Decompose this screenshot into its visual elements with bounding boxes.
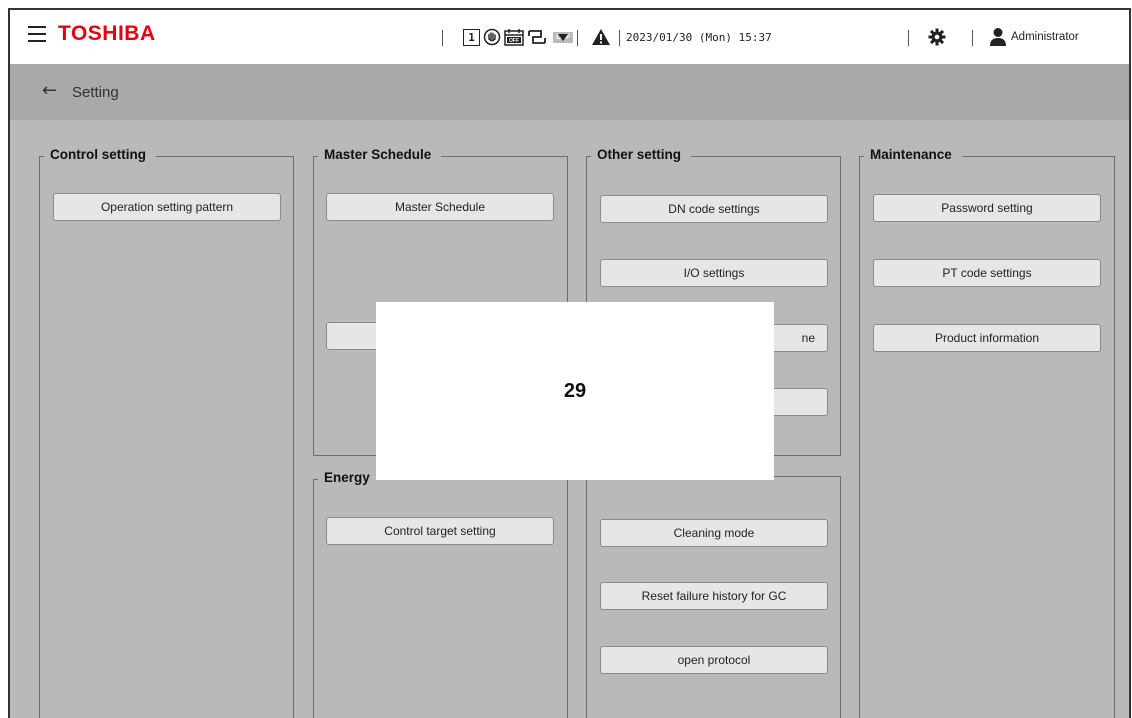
sub-header: ← Setting	[10, 64, 1129, 120]
product-information-button[interactable]: Product information	[873, 324, 1101, 352]
brand-logo: TOSHIBA	[58, 22, 156, 45]
datetime-display: 2023/01/30 (Mon) 15:37	[626, 31, 772, 44]
cleaning-mode-button[interactable]: Cleaning mode	[600, 519, 828, 547]
io-settings-button[interactable]: I/O settings	[600, 259, 828, 287]
group-energy: Energy	[313, 470, 568, 718]
top-bar: TOSHIBA 1 OFF OFF 2023/01/30 (Mon) 15:37	[10, 10, 1129, 64]
user-icon[interactable]	[989, 27, 1007, 51]
group-title: Other setting	[591, 147, 692, 162]
pt-code-settings-button[interactable]: PT code settings	[873, 259, 1101, 287]
group-title: Maintenance	[864, 147, 962, 162]
divider	[972, 30, 973, 46]
password-setting-button[interactable]: Password setting	[873, 194, 1101, 222]
gear-icon[interactable]	[928, 28, 946, 50]
svg-text:OFF: OFF	[509, 38, 519, 44]
overlay-popup: 29	[376, 302, 774, 480]
divider	[908, 30, 909, 46]
reset-failure-history-button[interactable]: Reset failure history for GC	[600, 582, 828, 610]
dropdown-caret-icon[interactable]	[558, 34, 568, 41]
group-title: Master Schedule	[318, 147, 442, 162]
control-target-setting-button[interactable]: Control target setting	[326, 517, 554, 545]
dn-code-settings-button[interactable]: DN code settings	[600, 195, 828, 223]
menu-icon[interactable]	[28, 26, 46, 42]
interlock-icon	[527, 28, 547, 46]
group-control-setting: Control setting	[39, 147, 294, 718]
master-schedule-button[interactable]: Master Schedule	[326, 193, 554, 221]
user-name[interactable]: Administrator	[1011, 31, 1079, 43]
divider	[442, 30, 443, 46]
status-icons: 1 OFF OFF	[463, 26, 573, 48]
page-title: Setting	[72, 84, 119, 101]
group-title: Energy	[318, 470, 380, 485]
divider	[577, 30, 578, 46]
mode-one-icon: 1	[463, 28, 480, 46]
divider	[619, 30, 620, 46]
manual-hand-icon	[483, 28, 501, 46]
overlay-number: 29	[563, 379, 587, 402]
button-label-fragment: ne	[801, 331, 815, 345]
operation-setting-pattern-button[interactable]: Operation setting pattern	[53, 193, 281, 221]
group-maintenance: Maintenance	[859, 147, 1115, 718]
calendar-off-icon: OFF	[504, 28, 524, 46]
back-arrow-icon[interactable]: ←	[42, 82, 57, 100]
warning-icon[interactable]	[591, 28, 611, 50]
group-title: Control setting	[44, 147, 156, 162]
open-protocol-button[interactable]: open protocol	[600, 646, 828, 674]
